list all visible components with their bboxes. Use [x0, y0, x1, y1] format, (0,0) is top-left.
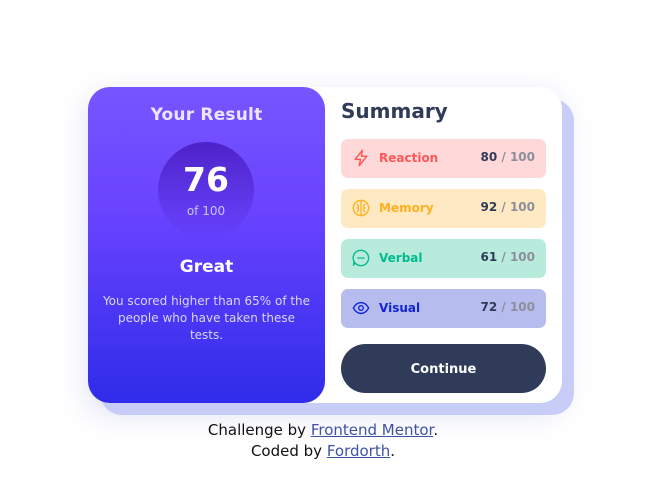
score-of-text: of 100: [186, 204, 226, 218]
score-number: 72: [480, 300, 498, 314]
attribution: Challenge by Frontend Mentor. Coded by F…: [0, 420, 646, 462]
summary-title: Summary: [341, 99, 448, 123]
results-summary-card: Your Result 76 of 100 Great You scored h…: [88, 87, 562, 403]
summary-item-reaction: Reaction 80 / 100: [341, 139, 546, 178]
attribution-text: .: [390, 442, 396, 460]
summary-item-label: Verbal: [379, 251, 423, 265]
score-number: 80: [480, 150, 498, 164]
score-number: 61: [480, 250, 498, 264]
summary-item-score: 61 / 100: [481, 250, 536, 264]
score-max: / 100: [497, 250, 535, 264]
summary-item-label: Reaction: [379, 151, 439, 165]
summary-item-visual: Visual 72 / 100: [341, 289, 546, 328]
score-number: 92: [480, 200, 498, 214]
lightning-icon: [352, 149, 370, 167]
attribution-line-challenge: Challenge by Frontend Mentor.: [0, 420, 646, 441]
score-max: / 100: [497, 150, 535, 164]
attribution-text: Coded by: [250, 442, 327, 460]
page: Your Result 76 of 100 Great You scored h…: [0, 0, 646, 504]
result-panel: Your Result 76 of 100 Great You scored h…: [88, 87, 325, 403]
summary-item-verbal: Verbal 61 / 100: [341, 239, 546, 278]
chat-bubble-icon: [352, 249, 370, 267]
summary-item-label: Memory: [379, 201, 434, 215]
continue-button[interactable]: Continue: [341, 344, 546, 393]
summary-item-label: Visual: [379, 301, 421, 315]
summary-item-score: 92 / 100: [481, 200, 536, 214]
attribution-text: Challenge by: [207, 421, 311, 439]
summary-item-score: 80 / 100: [481, 150, 536, 164]
frontend-mentor-link[interactable]: Frontend Mentor: [311, 421, 434, 439]
summary-list: Reaction 80 / 100 Memory 92 / 100 Verbal…: [341, 139, 546, 339]
score-value: 76: [183, 160, 229, 199]
author-link[interactable]: Fordorth: [327, 442, 390, 460]
score-max: / 100: [497, 200, 535, 214]
attribution-text: .: [433, 421, 439, 439]
result-description: You scored higher than 65% of the people…: [102, 294, 311, 342]
rating-heading: Great: [179, 257, 234, 277]
brain-icon: [352, 199, 370, 217]
eye-icon: [352, 299, 370, 317]
score-circle: 76 of 100: [158, 142, 254, 238]
result-title: Your Result: [150, 105, 263, 125]
summary-item-memory: Memory 92 / 100: [341, 189, 546, 228]
attribution-line-coded: Coded by Fordorth.: [0, 441, 646, 462]
summary-item-score: 72 / 100: [481, 300, 536, 314]
score-max: / 100: [497, 300, 535, 314]
